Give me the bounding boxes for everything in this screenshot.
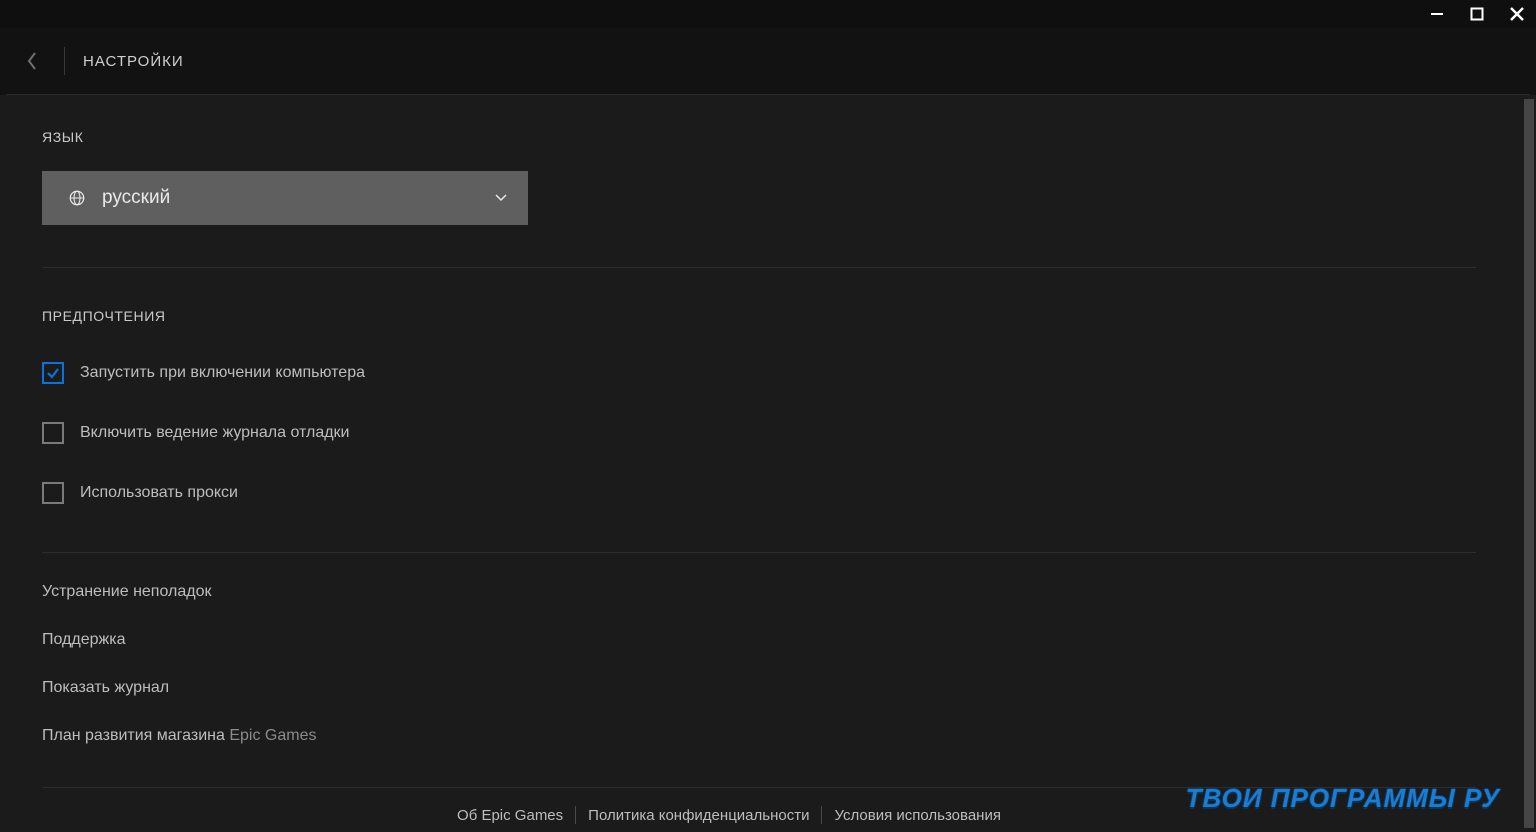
checkbox-run-at-startup[interactable] [42,362,64,384]
pref-debug-log-label: Включить ведение журнала отладки [80,424,349,442]
footer-terms[interactable]: Условия использования [834,807,1001,824]
page-header: НАСТРОЙКИ [0,28,1536,94]
titlebar [0,0,1536,28]
section-divider [42,787,1476,788]
footer-separator [575,806,576,824]
footer-about[interactable]: Об Epic Games [457,807,563,824]
checkbox-debug-log[interactable] [42,422,64,444]
link-show-log[interactable]: Показать журнал [42,679,1476,697]
page-title: НАСТРОЙКИ [83,53,184,70]
app-window: НАСТРОЙКИ ЯЗЫК русский [0,0,1536,832]
maximize-icon [1470,7,1484,21]
close-button[interactable] [1506,3,1528,25]
language-dropdown[interactable]: русский [42,171,528,225]
link-troubleshoot[interactable]: Устранение неполадок [42,583,1476,601]
minimize-button[interactable] [1426,3,1448,25]
content-area: ЯЗЫК русский ПРЕДПОЧТЕНИЯ [0,95,1536,832]
scrollbar-thumb[interactable] [1524,99,1534,828]
pref-use-proxy-label: Использовать прокси [80,484,238,502]
link-roadmap-prefix: План развития магазина [42,727,229,744]
settings-scroll: ЯЗЫК русский ПРЕДПОЧТЕНИЯ [42,95,1476,832]
link-support[interactable]: Поддержка [42,631,1476,649]
header-divider [64,47,65,75]
close-icon [1509,6,1525,22]
link-roadmap[interactable]: План развития магазина Epic Games [42,727,1476,745]
language-heading: ЯЗЫК [42,129,1476,145]
language-selected: русский [102,187,492,209]
pref-use-proxy: Использовать прокси [42,482,1476,504]
minimize-icon [1430,7,1444,21]
globe-icon [68,189,90,207]
section-divider [42,267,1476,268]
footer-privacy[interactable]: Политика конфиденциальности [588,807,809,824]
maximize-button[interactable] [1466,3,1488,25]
link-roadmap-suffix: Epic Games [229,727,316,744]
scrollbar-track[interactable] [1522,95,1536,832]
chevron-down-icon [492,193,510,203]
checkbox-use-proxy[interactable] [42,482,64,504]
footer-links: Об Epic Games Политика конфиденциальност… [42,806,1416,824]
pref-debug-log: Включить ведение журнала отладки [42,422,1476,444]
preferences-heading: ПРЕДПОЧТЕНИЯ [42,308,1476,324]
chevron-left-icon [25,51,39,71]
pref-run-at-startup: Запустить при включении компьютера [42,362,1476,384]
back-button[interactable] [18,47,46,75]
section-divider [42,552,1476,553]
pref-run-at-startup-label: Запустить при включении компьютера [80,364,365,382]
footer-separator [821,806,822,824]
check-icon [46,366,60,380]
